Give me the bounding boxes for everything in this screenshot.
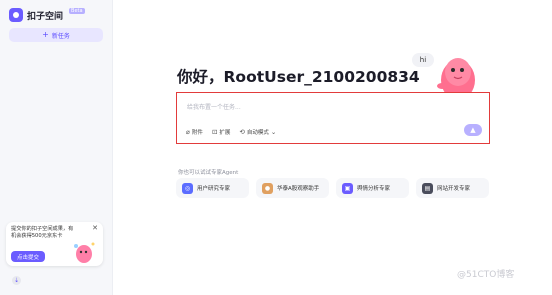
send-button[interactable]: ▲	[464, 124, 482, 136]
sidebar: 扣子空间 Beta + 新任务 提交你的扣子空间成果，有机会获得500元京东卡 …	[0, 0, 113, 295]
promo-submit-button[interactable]: 点击提交	[11, 251, 45, 262]
attachment-label: 附件	[191, 130, 203, 136]
new-task-button[interactable]: + 新任务	[9, 28, 103, 42]
new-task-label: 新任务	[51, 32, 70, 40]
greeting-title: 你好，RootUser_2100200834	[177, 68, 420, 86]
brand-name: 扣子空间	[27, 11, 64, 22]
agent-opinion-analysis[interactable]: ▣ 舆情分析专家	[336, 178, 409, 198]
task-input-box[interactable]: 给我布置一个任务... ⌀ 附件 ⊡ 扩展 ⟲ 自动模式 ⌄ ▲	[176, 92, 490, 144]
hero-mascot-icon	[437, 58, 475, 94]
task-input-placeholder[interactable]: 给我布置一个任务...	[187, 102, 241, 111]
logo-icon	[9, 8, 23, 22]
agent-list: ◎ 用户研究专家 ● 华泰A股观察助手 ▣ 舆情分析专家 ▤ 网站开发专家	[176, 178, 489, 198]
auto-mode-label: 自动模式	[246, 130, 269, 136]
send-arrow-icon: ▲	[470, 126, 476, 134]
user-research-icon: ◎	[182, 182, 193, 194]
agent-label: 华泰A股观察助手	[277, 186, 320, 192]
mascot-icon	[74, 242, 95, 263]
paperclip-icon: ⌀	[186, 128, 190, 136]
promo-text: 提交你的扣子空间成果，有机会获得500元京东卡	[11, 226, 74, 239]
watermark: @51CTO博客	[457, 270, 515, 280]
stock-observer-icon: ●	[262, 182, 273, 194]
opinion-analysis-icon: ▣	[342, 182, 353, 194]
attachment-button[interactable]: ⌀ 附件	[186, 128, 203, 136]
promo-card: 提交你的扣子空间成果，有机会获得500元京东卡 ✕ 点击提交	[6, 222, 103, 266]
input-toolbar: ⌀ 附件 ⊡ 扩展 ⟲ 自动模式 ⌄	[186, 128, 276, 136]
agent-label: 舆情分析专家	[357, 186, 391, 192]
plus-icon: +	[42, 30, 49, 39]
agent-user-research[interactable]: ◎ 用户研究专家	[176, 178, 249, 198]
auto-mode-icon: ⟲	[239, 128, 245, 136]
extension-icon: ⊡	[211, 128, 218, 136]
extension-button[interactable]: ⊡ 扩展	[212, 128, 230, 136]
agent-hint: 你也可以试试专家Agent	[178, 170, 239, 176]
close-icon[interactable]: ✕	[92, 224, 98, 232]
chevron-down-icon: ⌄	[270, 128, 277, 136]
agent-web-dev[interactable]: ▤ 网站开发专家	[416, 178, 489, 198]
collapse-sidebar-icon[interactable]: ⇣	[12, 276, 21, 285]
web-dev-icon: ▤	[422, 182, 433, 194]
beta-badge: Beta	[69, 8, 85, 14]
auto-mode-dropdown[interactable]: ⟲ 自动模式 ⌄	[239, 128, 276, 136]
extension-label: 扩展	[219, 130, 231, 136]
agent-stock-observer[interactable]: ● 华泰A股观察助手	[256, 178, 329, 198]
brand[interactable]: 扣子空间 Beta	[9, 8, 85, 22]
agent-label: 用户研究专家	[197, 186, 231, 192]
agent-label: 网站开发专家	[437, 186, 471, 192]
